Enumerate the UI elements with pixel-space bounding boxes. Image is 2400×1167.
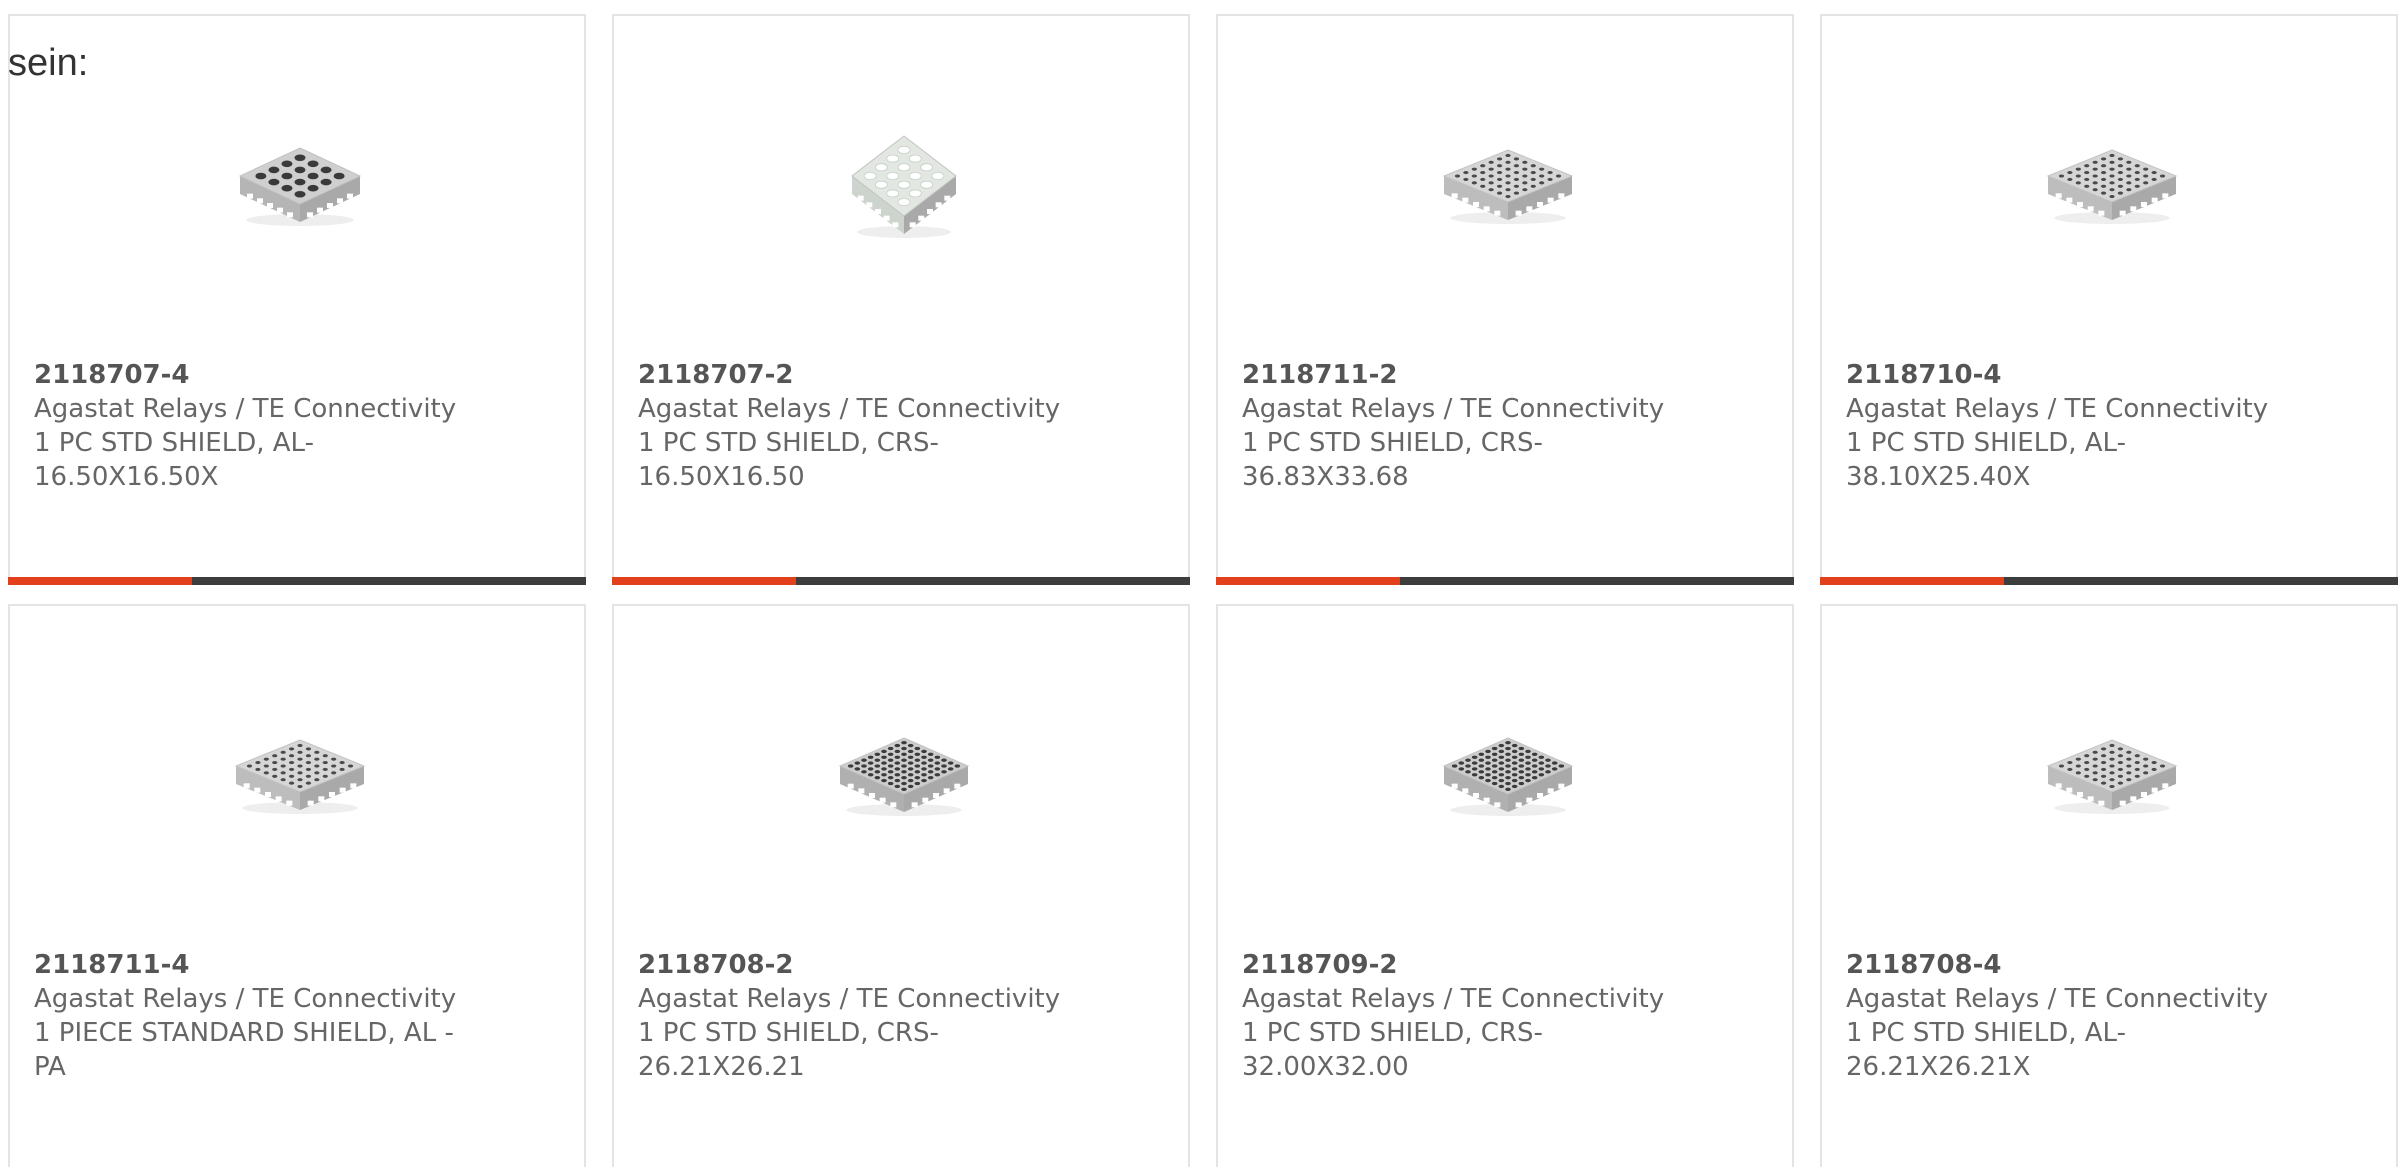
description-line-1: 1 PC STD SHIELD, CRS- — [638, 428, 939, 458]
description-line-2: 36.83X33.68 — [1242, 462, 1409, 492]
product-info: 2118707-2 Agastat Relays / TE Connectivi… — [638, 358, 1078, 494]
shield-dense-holes-icon — [1442, 737, 1574, 816]
product-card[interactable]: 2118708-2 Agastat Relays / TE Connectivi… — [612, 604, 1190, 1167]
product-grid: 2118707-4 Agastat Relays / TE Connectivi… — [0, 0, 2400, 1167]
description-line-1: 1 PIECE STANDARD SHIELD, AL - — [34, 1018, 454, 1048]
description-line-1: 1 PC STD SHIELD, CRS- — [1242, 1018, 1543, 1048]
part-number: 2118711-2 — [1242, 360, 1398, 390]
accent-bar — [612, 577, 796, 585]
product-info: 2118708-4 Agastat Relays / TE Connectivi… — [1846, 948, 2286, 1084]
description-line-1: 1 PC STD SHIELD, AL- — [34, 428, 314, 458]
description-line-1: 1 PC STD SHIELD, CRS- — [1242, 428, 1543, 458]
description-line-1: 1 PC STD SHIELD, AL- — [1846, 1018, 2126, 1048]
dark-bar — [192, 577, 586, 585]
shield-grid-holes-icon — [1442, 149, 1574, 224]
description-line-2: 38.10X25.40X — [1846, 462, 2031, 492]
description-line-2: 16.50X16.50X — [34, 462, 219, 492]
product-info: 2118711-4 Agastat Relays / TE Connectivi… — [34, 948, 474, 1084]
product-card[interactable]: 2118707-4 Agastat Relays / TE Connectivi… — [8, 14, 586, 585]
manufacturer: Agastat Relays / TE Connectivity — [34, 394, 457, 424]
part-number: 2118708-2 — [638, 950, 794, 980]
description-line-1: 1 PC STD SHIELD, CRS- — [638, 1018, 939, 1048]
product-info: 2118710-4 Agastat Relays / TE Connectivi… — [1846, 358, 2286, 494]
card-bar — [1216, 577, 1794, 585]
card-bar — [8, 577, 586, 585]
part-number: 2118707-2 — [638, 360, 794, 390]
product-card[interactable]: 2118711-2 Agastat Relays / TE Connectivi… — [1216, 14, 1794, 585]
product-card[interactable]: 2118710-4 Agastat Relays / TE Connectivi… — [1820, 14, 2398, 585]
dark-bar — [2004, 577, 2398, 585]
page: sein: 2118707-4 Agastat Relays / TE Conn… — [0, 0, 2400, 1167]
product-card[interactable]: 2118707-2 Agastat Relays / TE Connectivi… — [612, 14, 1190, 585]
shield-16-holes-icon — [238, 147, 362, 226]
product-card[interactable]: 2118709-2 Agastat Relays / TE Connectivi… — [1216, 604, 1794, 1167]
shield-white-holes-icon — [851, 135, 957, 238]
accent-bar — [1820, 577, 2004, 585]
shield-grid-holes-icon — [2046, 739, 2178, 814]
accent-bar — [1216, 577, 1400, 585]
part-number: 2118710-4 — [1846, 360, 2002, 390]
part-number: 2118711-4 — [34, 950, 190, 980]
card-bar — [1820, 577, 2398, 585]
dark-bar — [796, 577, 1190, 585]
manufacturer: Agastat Relays / TE Connectivity — [638, 394, 1061, 424]
product-info: 2118709-2 Agastat Relays / TE Connectivi… — [1242, 948, 1682, 1084]
shield-grid-holes-icon — [234, 739, 366, 814]
manufacturer: Agastat Relays / TE Connectivity — [1846, 984, 2269, 1014]
product-card[interactable]: 2118708-4 Agastat Relays / TE Connectivi… — [1820, 604, 2398, 1167]
intro-text: sein: — [8, 42, 89, 84]
part-number: 2118709-2 — [1242, 950, 1398, 980]
description-line-2: 26.21X26.21 — [638, 1052, 805, 1082]
description-line-1: 1 PC STD SHIELD, AL- — [1846, 428, 2126, 458]
dark-bar — [1400, 577, 1794, 585]
shield-grid-holes-icon — [2046, 149, 2178, 224]
manufacturer: Agastat Relays / TE Connectivity — [638, 984, 1061, 1014]
manufacturer: Agastat Relays / TE Connectivity — [1242, 394, 1665, 424]
manufacturer: Agastat Relays / TE Connectivity — [1846, 394, 2269, 424]
part-number: 2118707-4 — [34, 360, 190, 390]
shield-dense-holes-icon — [838, 737, 970, 816]
product-info: 2118711-2 Agastat Relays / TE Connectivi… — [1242, 358, 1682, 494]
card-bar — [612, 577, 1190, 585]
product-card[interactable]: 2118711-4 Agastat Relays / TE Connectivi… — [8, 604, 586, 1167]
accent-bar — [8, 577, 192, 585]
description-line-2: 16.50X16.50 — [638, 462, 805, 492]
description-line-2: 32.00X32.00 — [1242, 1052, 1409, 1082]
description-line-2: PA — [34, 1052, 66, 1082]
product-info: 2118707-4 Agastat Relays / TE Connectivi… — [34, 358, 474, 494]
description-line-2: 26.21X26.21X — [1846, 1052, 2031, 1082]
part-number: 2118708-4 — [1846, 950, 2002, 980]
manufacturer: Agastat Relays / TE Connectivity — [1242, 984, 1665, 1014]
product-info: 2118708-2 Agastat Relays / TE Connectivi… — [638, 948, 1078, 1084]
manufacturer: Agastat Relays / TE Connectivity — [34, 984, 457, 1014]
